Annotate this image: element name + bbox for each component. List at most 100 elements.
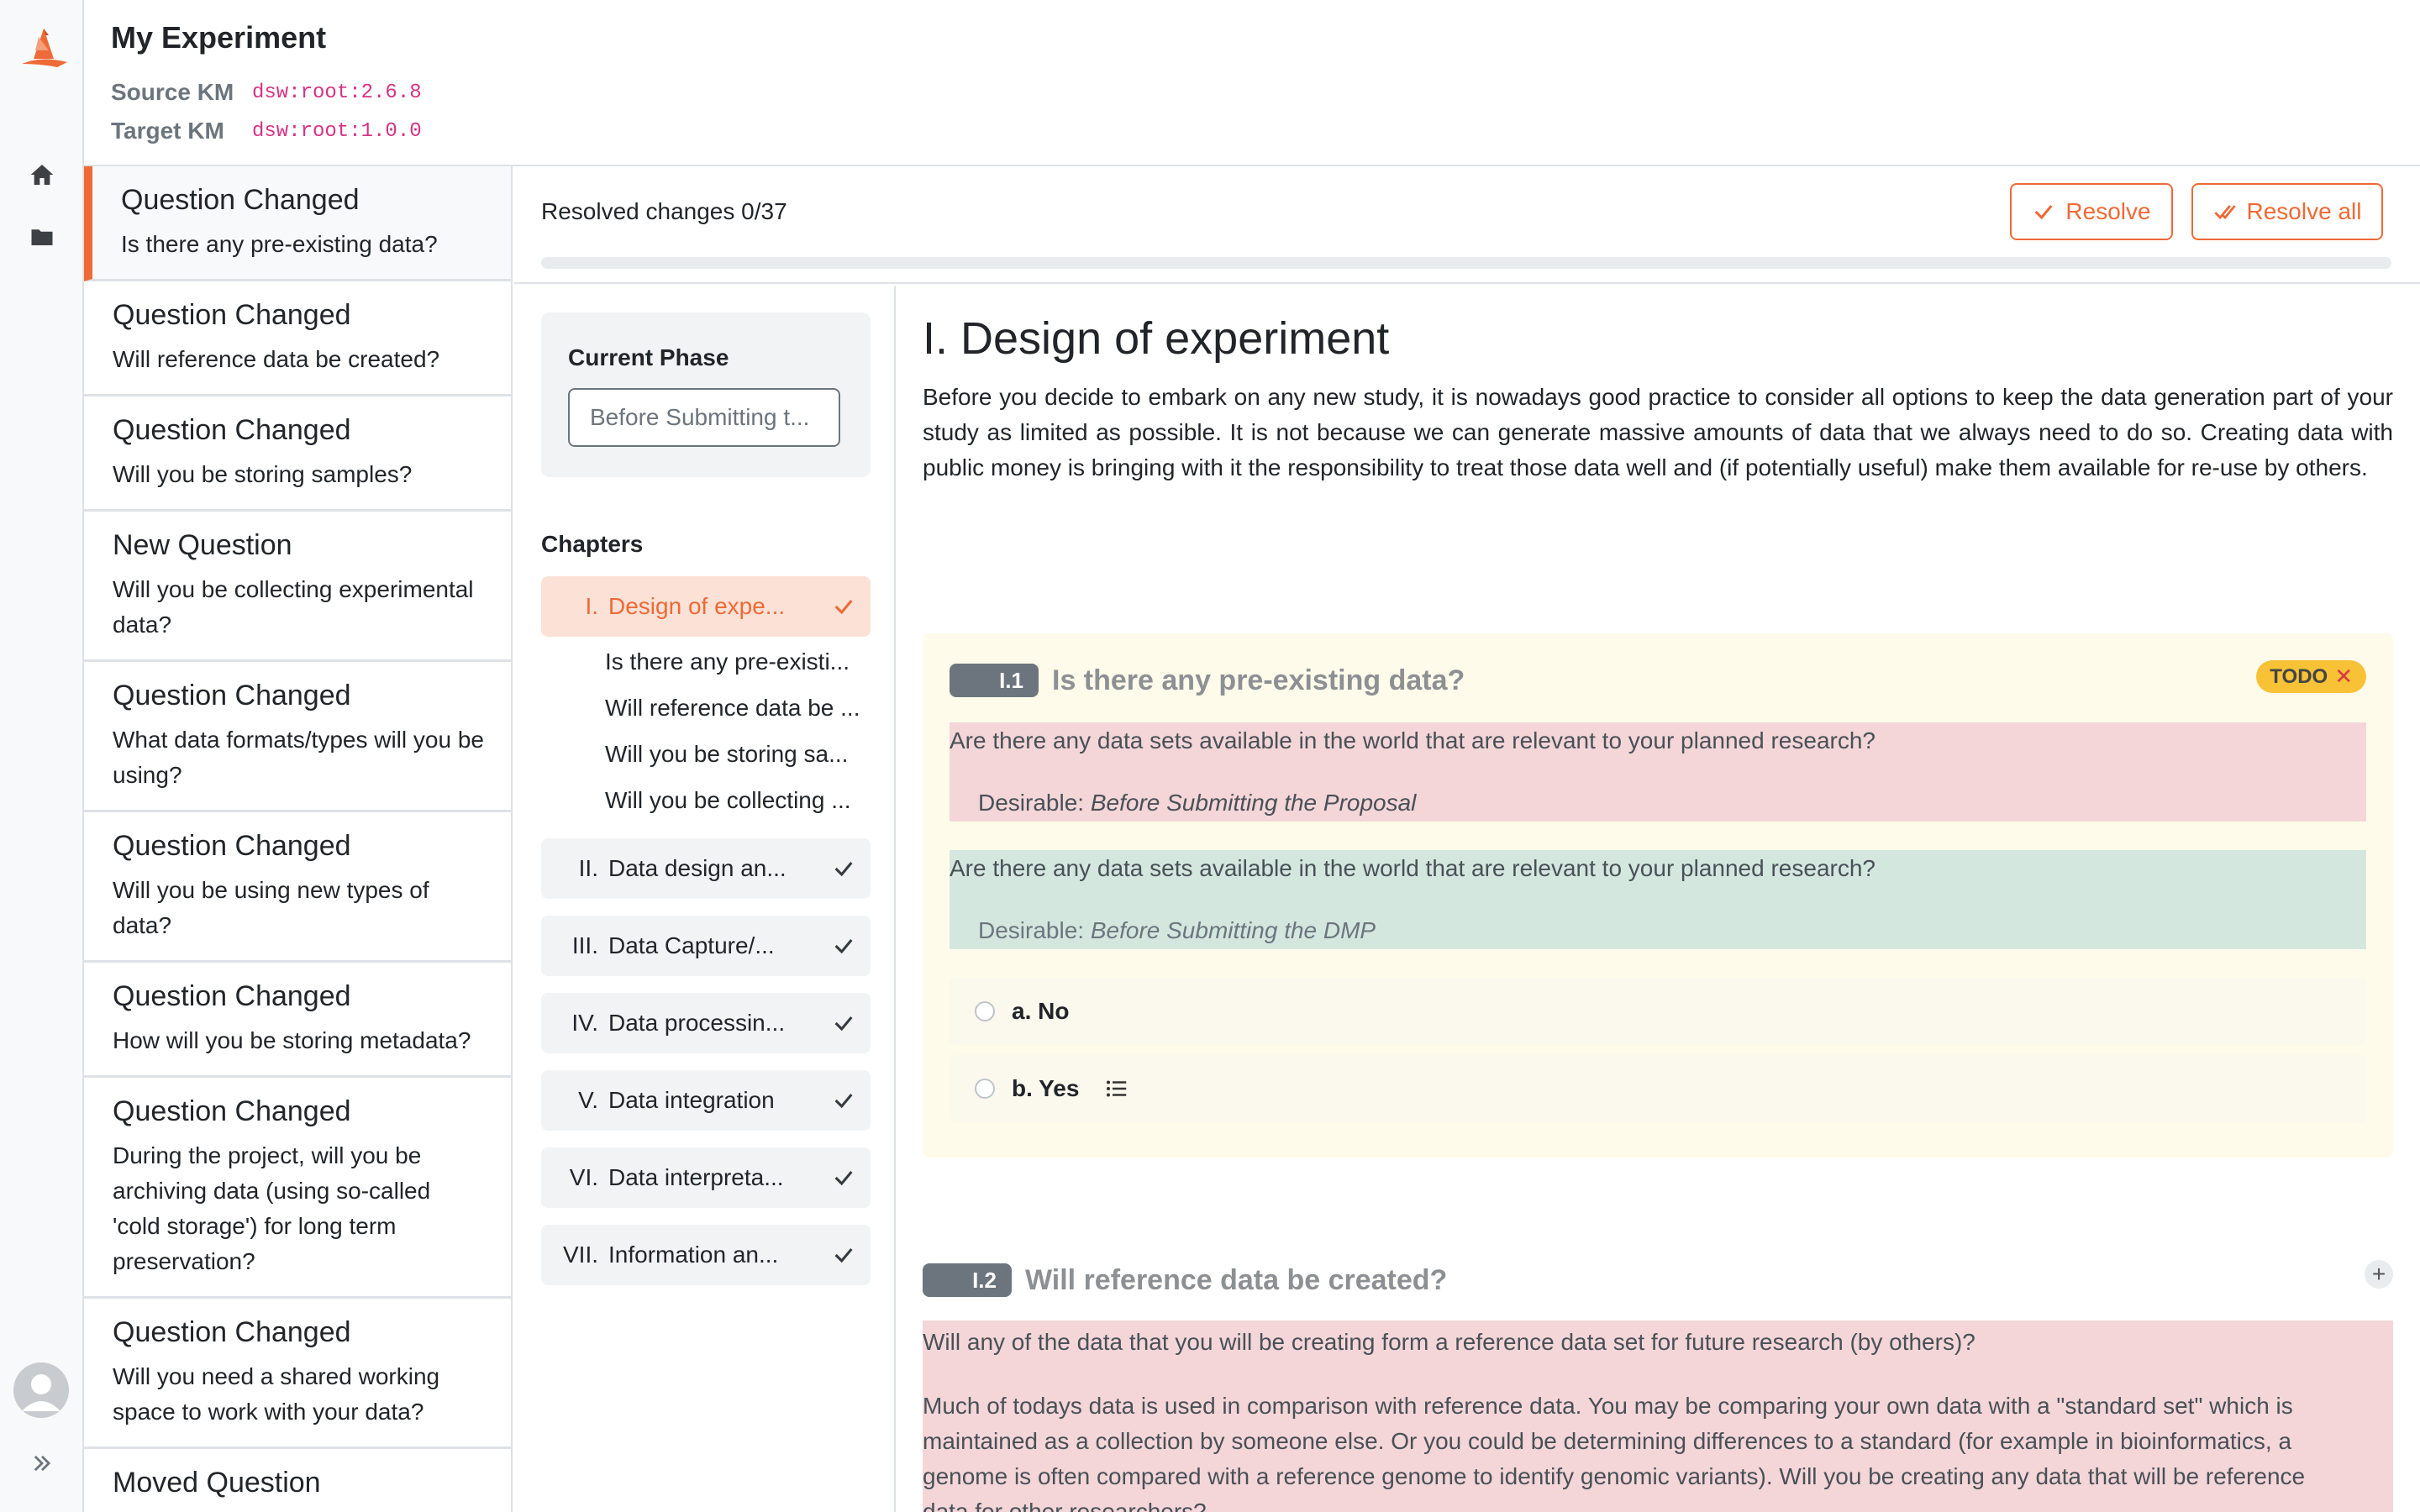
change-type: Question Changed [113, 830, 351, 862]
phase-box: Current Phase Before Submitting t... [541, 312, 871, 477]
answer-option[interactable]: a. No [950, 978, 2366, 1045]
change-list: Question Changed Is there any pre-existi… [84, 166, 513, 1512]
folder-icon[interactable] [25, 220, 59, 254]
removed-description-line: Much of todays data is used in compariso… [923, 1393, 2293, 1419]
home-icon[interactable] [25, 158, 59, 192]
change-type: Question Changed [113, 1316, 351, 1348]
question-title: Is there any pre-existing data? [1052, 664, 1465, 696]
check-icon [2035, 205, 2053, 220]
check-icon [817, 934, 871, 958]
subquestion-link[interactable]: Will you be collecting ... [605, 787, 874, 814]
phase-select[interactable]: Before Submitting t... [568, 388, 840, 447]
diff-removed: Will any of the data that you will be cr… [923, 1320, 2393, 1512]
add-icon[interactable]: + [2365, 1260, 2393, 1289]
chapter-item[interactable]: II. Data design an... [541, 838, 871, 899]
change-text: Will reference data be created? [113, 346, 440, 372]
change-item[interactable]: Question Changed During the project, wil… [84, 1078, 511, 1299]
check-icon [817, 1243, 871, 1267]
change-item[interactable]: Question Changed Will you be storing sam… [84, 396, 511, 512]
target-km-label: Target KM [111, 118, 224, 144]
change-item[interactable]: Question Changed Is there any pre-existi… [84, 166, 511, 281]
change-text: Is there any pre-existing data? [121, 231, 438, 257]
change-item[interactable]: Question Changed What data formats/types… [84, 662, 511, 812]
change-item[interactable]: Moved Question [84, 1449, 511, 1512]
change-type: Moved Question [113, 1467, 321, 1499]
removed-description-line: data for other researchers? [923, 1499, 1207, 1512]
resolve-label: Resolve [2065, 198, 2151, 224]
close-icon[interactable]: ✕ [2334, 664, 2353, 690]
todo-badge[interactable]: TODO ✕ [2256, 660, 2366, 693]
radio-button[interactable] [975, 1001, 995, 1021]
question-card: I.1 Is there any pre-existing data? TODO… [923, 633, 2393, 1158]
diff-added: Are there any data sets available in the… [950, 850, 2366, 949]
chapters-heading: Chapters [541, 531, 644, 557]
change-item[interactable]: Question Changed Will you need a shared … [84, 1299, 511, 1449]
chapter-intro: Before you decide to embark on any new s… [923, 384, 2393, 480]
chapter-item[interactable]: I. Design of expe... [541, 576, 871, 637]
change-text: What data formats/types will you be usin… [113, 727, 484, 788]
check-icon [817, 857, 871, 880]
double-check-icon [2213, 205, 2236, 220]
source-km-row: Source KM dsw:root:2.6.8 [111, 79, 422, 106]
chapter-number: VII. [562, 1242, 598, 1268]
resolve-button[interactable]: Resolve [2010, 183, 2173, 240]
change-type: Question Changed [113, 1095, 351, 1127]
source-km-value: dsw:root:2.6.8 [252, 81, 422, 104]
resolve-all-label: Resolve all [2246, 198, 2362, 224]
chapter-number: VI. [569, 1164, 598, 1190]
chapter-number: II. [578, 855, 598, 881]
change-type: New Question [113, 529, 292, 561]
change-item[interactable]: Question Changed Will reference data be … [84, 281, 511, 396]
chapter-number: I. [585, 593, 598, 619]
chapter-item[interactable]: VII. Information an... [541, 1225, 871, 1285]
header: My Experiment Source KM dsw:root:2.6.8 T… [84, 0, 2420, 166]
chapter-title: Information an... [608, 1242, 779, 1268]
change-text: Will you be collecting experimental data… [113, 576, 474, 638]
desirable-value: Before Submitting the Proposal [1090, 790, 1417, 816]
question-number-badge: I.1 [950, 664, 1039, 697]
removed-description-line: maintained as a collection by someone el… [923, 1428, 2292, 1454]
chapter-item[interactable]: V. Data integration [541, 1070, 871, 1131]
change-text: Will you need a shared working space to … [113, 1363, 440, 1425]
chapter-item[interactable]: IV. Data processin... [541, 993, 871, 1053]
change-text: Will you be storing samples? [113, 461, 413, 487]
subquestion-link[interactable]: Is there any pre-existi... [605, 648, 874, 675]
radio-button[interactable] [975, 1079, 995, 1099]
chapter-item[interactable]: VI. Data interpreta... [541, 1147, 871, 1208]
desirable-label: Desirable: [978, 917, 1085, 943]
resolve-all-button[interactable]: Resolve all [2191, 183, 2383, 240]
todo-label: TODO [2270, 664, 2328, 688]
question-number-badge: I.2 [923, 1263, 1012, 1297]
check-icon [817, 1166, 871, 1189]
question-title: Will reference data be created? [1025, 1263, 1448, 1296]
change-text: How will you be storing metadata? [113, 1027, 471, 1053]
chapter-title: Design of expe... [608, 593, 786, 619]
change-type: Question Changed [113, 299, 351, 331]
target-km-row: Target KM dsw:root:1.0.0 [111, 118, 422, 144]
change-item[interactable]: Question Changed How will you be storing… [84, 963, 511, 1078]
subquestion-link[interactable]: Will reference data be ... [605, 695, 874, 722]
resolved-bar: Resolved changes 0/37 Resolve Resolve al… [514, 166, 2420, 284]
desirable-value: Before Submitting the DMP [1090, 917, 1376, 943]
resolved-progress [541, 257, 2391, 269]
avatar[interactable] [13, 1362, 69, 1418]
list-icon [1104, 1076, 1129, 1101]
change-type: Question Changed [113, 414, 351, 446]
answer-option[interactable]: b. Yes [950, 1055, 2366, 1122]
change-type: Question Changed [113, 980, 351, 1012]
desirable-label: Desirable: [978, 790, 1085, 816]
chapter-number: IV. [571, 1010, 598, 1036]
source-km-label: Source KM [111, 79, 234, 105]
double-chevron-right-icon[interactable] [27, 1448, 57, 1478]
change-item[interactable]: Question Changed Will you be using new t… [84, 812, 511, 963]
question-header: I.2 Will reference data be created? [923, 1263, 1447, 1297]
chapter-title: Data design an... [608, 855, 786, 881]
chapter-title: Data Capture/... [608, 932, 775, 958]
questionnaire-nav: Current Phase Before Submitting t... Cha… [514, 286, 896, 1512]
page-title: My Experiment [111, 20, 327, 55]
subquestion-link[interactable]: Will you be storing sa... [605, 741, 874, 768]
logo-icon[interactable] [15, 25, 69, 76]
change-item[interactable]: New Question Will you be collecting expe… [84, 512, 511, 662]
chapter-item[interactable]: III. Data Capture/... [541, 916, 871, 976]
added-desirable: Desirable: Before Submitting the DMP [978, 917, 1376, 944]
